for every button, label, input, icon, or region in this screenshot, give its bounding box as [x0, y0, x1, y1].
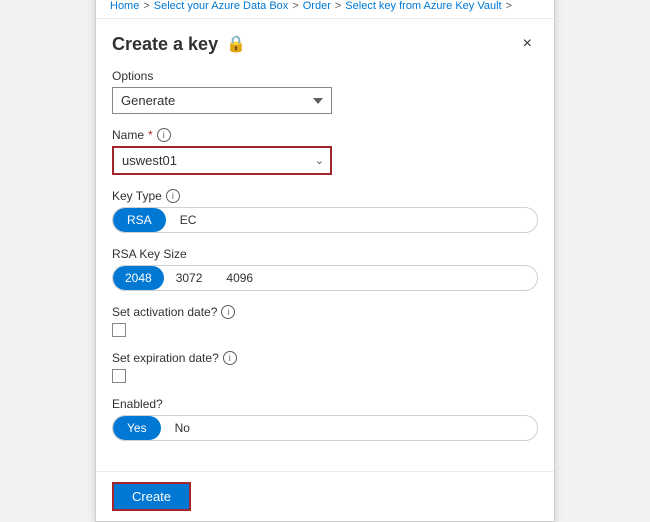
- breadcrumb-select-box[interactable]: Select your Azure Data Box: [154, 0, 289, 12]
- lock-icon: 🔒: [226, 34, 246, 54]
- expiration-checkbox[interactable]: [112, 369, 126, 383]
- enabled-label: Enabled?: [112, 397, 538, 411]
- name-input[interactable]: [114, 148, 309, 173]
- expiration-checkbox-wrapper: [112, 369, 538, 383]
- name-required: *: [148, 128, 153, 142]
- activation-info-icon[interactable]: i: [221, 305, 235, 319]
- rsa-size-toggle: 2048 3072 4096: [112, 265, 538, 291]
- rsa-size-4096[interactable]: 4096: [214, 266, 265, 290]
- modal-footer: Create: [96, 471, 554, 521]
- breadcrumb-order[interactable]: Order: [303, 0, 331, 12]
- breadcrumb-sep-4: >: [506, 0, 512, 12]
- activation-label: Set activation date? i: [112, 305, 538, 319]
- rsa-size-2048[interactable]: 2048: [113, 266, 164, 290]
- rsa-size-label: RSA Key Size: [112, 247, 538, 261]
- key-type-toggle: RSA EC: [112, 207, 538, 233]
- modal-header: Create a key 🔒 ×: [96, 19, 554, 63]
- expiration-label: Set expiration date? i: [112, 351, 538, 365]
- enabled-group: Enabled? Yes No: [112, 397, 538, 441]
- name-info-icon[interactable]: i: [157, 128, 171, 142]
- modal-body: Options Generate Import Restore from Bac…: [96, 63, 554, 471]
- breadcrumb: Home > Select your Azure Data Box > Orde…: [96, 0, 554, 19]
- enabled-no[interactable]: No: [161, 416, 204, 440]
- breadcrumb-sep-1: >: [143, 0, 149, 12]
- expiration-group: Set expiration date? i: [112, 351, 538, 383]
- breadcrumb-sep-2: >: [292, 0, 298, 12]
- key-type-group: Key Type i RSA EC: [112, 189, 538, 233]
- key-type-rsa[interactable]: RSA: [113, 208, 166, 232]
- breadcrumb-home[interactable]: Home: [110, 0, 139, 12]
- activation-checkbox-wrapper: [112, 323, 538, 337]
- options-label: Options: [112, 69, 538, 83]
- create-button[interactable]: Create: [112, 482, 191, 511]
- key-type-info-icon[interactable]: i: [166, 189, 180, 203]
- name-group: Name * i ⌄: [112, 128, 538, 175]
- name-chevron-icon: ⌄: [309, 154, 330, 167]
- options-group: Options Generate Import Restore from Bac…: [112, 69, 538, 114]
- expiration-info-icon[interactable]: i: [223, 351, 237, 365]
- rsa-size-3072[interactable]: 3072: [164, 266, 215, 290]
- key-type-ec[interactable]: EC: [166, 208, 211, 232]
- modal-container: Home > Select your Azure Data Box > Orde…: [95, 0, 555, 522]
- options-select[interactable]: Generate Import Restore from Backup: [112, 87, 332, 114]
- modal-title-text: Create a key: [112, 34, 218, 55]
- name-field-wrapper: ⌄: [112, 146, 332, 175]
- breadcrumb-key-vault[interactable]: Select key from Azure Key Vault: [345, 0, 501, 12]
- activation-group: Set activation date? i: [112, 305, 538, 337]
- enabled-toggle: Yes No: [112, 415, 538, 441]
- name-label: Name * i: [112, 128, 538, 142]
- modal-title-group: Create a key 🔒: [112, 34, 246, 55]
- key-type-label: Key Type i: [112, 189, 538, 203]
- enabled-yes[interactable]: Yes: [113, 416, 161, 440]
- rsa-size-group: RSA Key Size 2048 3072 4096: [112, 247, 538, 291]
- breadcrumb-sep-3: >: [335, 0, 341, 12]
- close-button[interactable]: ×: [517, 33, 538, 55]
- activation-checkbox[interactable]: [112, 323, 126, 337]
